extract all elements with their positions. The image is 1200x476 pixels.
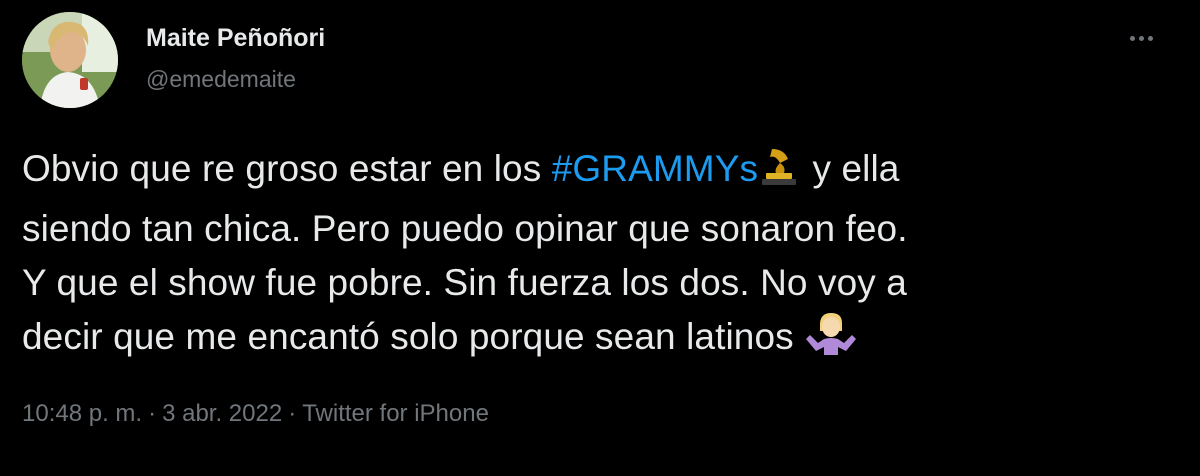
tweet-card: Maite Peñoñori @emedemaite Obvio que re … [0, 0, 1200, 476]
tweet-source-link[interactable]: Twitter for iPhone [302, 400, 489, 427]
tweet-text: Obvio que re groso estar en los #GRAMMYs… [22, 142, 1152, 370]
tweet-text-segment: y ella [802, 148, 900, 189]
author-handle[interactable]: @emedemaite [146, 66, 296, 93]
hashtag-link[interactable]: #GRAMMYs [552, 148, 758, 189]
person-shrugging-icon [804, 313, 858, 370]
tweet-meta: 10:48 p. m. · 3 abr. 2022 · Twitter for iPho… [22, 400, 489, 428]
meta-separator: · [148, 400, 157, 427]
more-horizontal-icon [1128, 35, 1155, 41]
tweet-line-4: decir que me encantó solo porque sean la… [22, 310, 1152, 370]
tweet-line-2: siendo tan chica. Pero puedo opinar que … [22, 208, 908, 249]
avatar[interactable] [22, 12, 118, 108]
gramophone-trophy-icon [758, 147, 802, 202]
tweet-text-segment: Obvio que re groso estar en los [22, 148, 552, 189]
tweet-timestamp-link[interactable]: 10:48 p. m. [22, 400, 142, 427]
tweet-line-3: Y que el show fue pobre. Sin fuerza los … [22, 262, 907, 303]
meta-separator: · [288, 400, 297, 427]
more-options-button[interactable] [1116, 20, 1166, 56]
tweet-text-segment: decir que me encantó solo porque sean la… [22, 316, 805, 357]
tweet-date-link[interactable]: 3 abr. 2022 [162, 400, 282, 427]
author-display-name[interactable]: Maite Peñoñori [146, 24, 325, 53]
tweet-line-1: Obvio que re groso estar en los #GRAMMYs… [22, 142, 1152, 202]
